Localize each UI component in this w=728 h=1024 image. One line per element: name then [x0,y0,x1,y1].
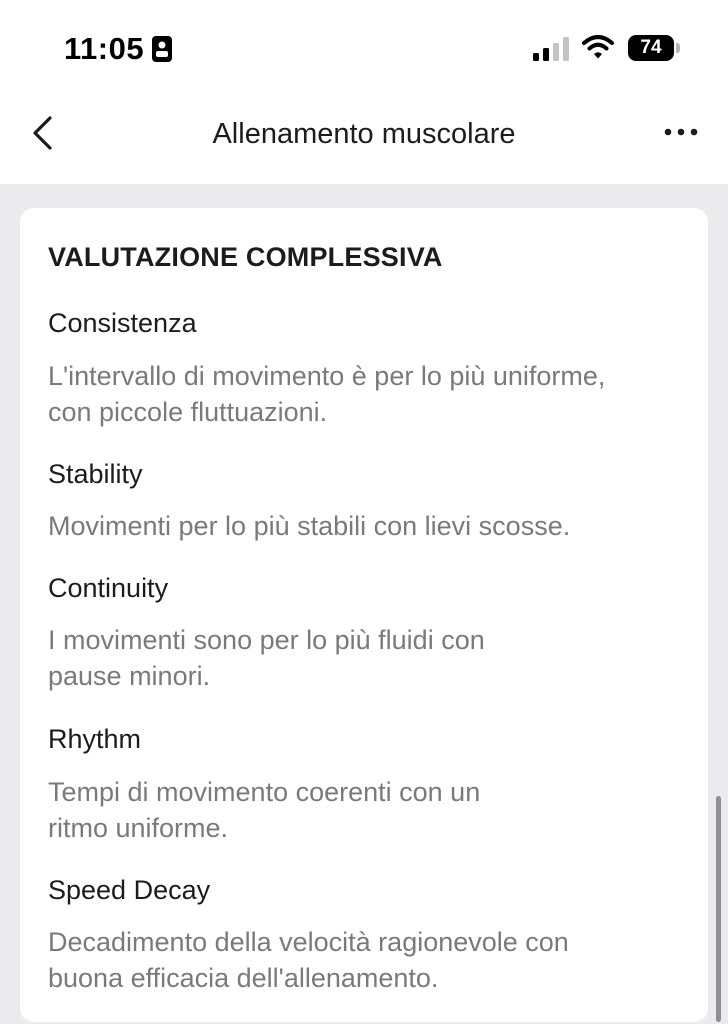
assessment-heading-speed-decay: Speed Decay [48,875,211,905]
wifi-icon [582,35,614,59]
assessment-heading-rhythm: Rhythm [48,724,142,754]
assessment-heading-continuity: Continuity [48,573,169,603]
overall-assessment-card: VALUTAZIONE COMPLESSIVA Consistenza L'in… [20,208,708,1022]
desc-line: L'intervallo di movimento è per lo più u… [48,361,606,391]
desc-line: buona efficacia dell'allenamento. [48,963,439,993]
assessment-desc-speed-decay: Decadimento della velocità ragionevole c… [48,924,688,996]
assessment-desc-stability: Movimenti per lo più stabili con lievi s… [48,508,688,544]
assessment-heading-stability: Stability [48,459,143,489]
assessment-heading-consistency: Consistenza [48,308,197,338]
desc-line: ritmo uniforme. [48,813,229,843]
battery-level: 74 [640,37,662,58]
previous-card-edge [20,164,708,184]
assessment-desc-rhythm: Tempi di movimento coerenti con un ritmo… [48,774,688,846]
card-title: VALUTAZIONE COMPLESSIVA [48,242,443,272]
assessment-desc-consistency: L'intervallo di movimento è per lo più u… [48,358,688,430]
status-time: 11:05 [64,31,145,66]
more-options-icon[interactable] [664,126,698,138]
desc-line: I movimenti sono per lo più fluidi con [48,625,485,655]
battery-indicator: 74 [628,35,674,61]
desc-line: Movimenti per lo più stabili con lievi s… [48,511,571,541]
scrollbar[interactable] [716,796,721,1022]
assessment-desc-continuity: I movimenti sono per lo più fluidi con p… [48,622,688,694]
desc-line: pause minori. [48,661,211,691]
desc-line: Decadimento della velocità ragionevole c… [48,927,569,957]
desc-line: Tempi di movimento coerenti con un [48,777,481,807]
page-title: Allenamento muscolare [212,118,516,150]
battery-nub [676,43,680,53]
cellular-signal-icon [533,37,569,61]
desc-line: con piccole fluttuazioni. [48,397,328,427]
status-bar: 11:05 74 [0,0,728,96]
id-card-icon [152,36,172,62]
